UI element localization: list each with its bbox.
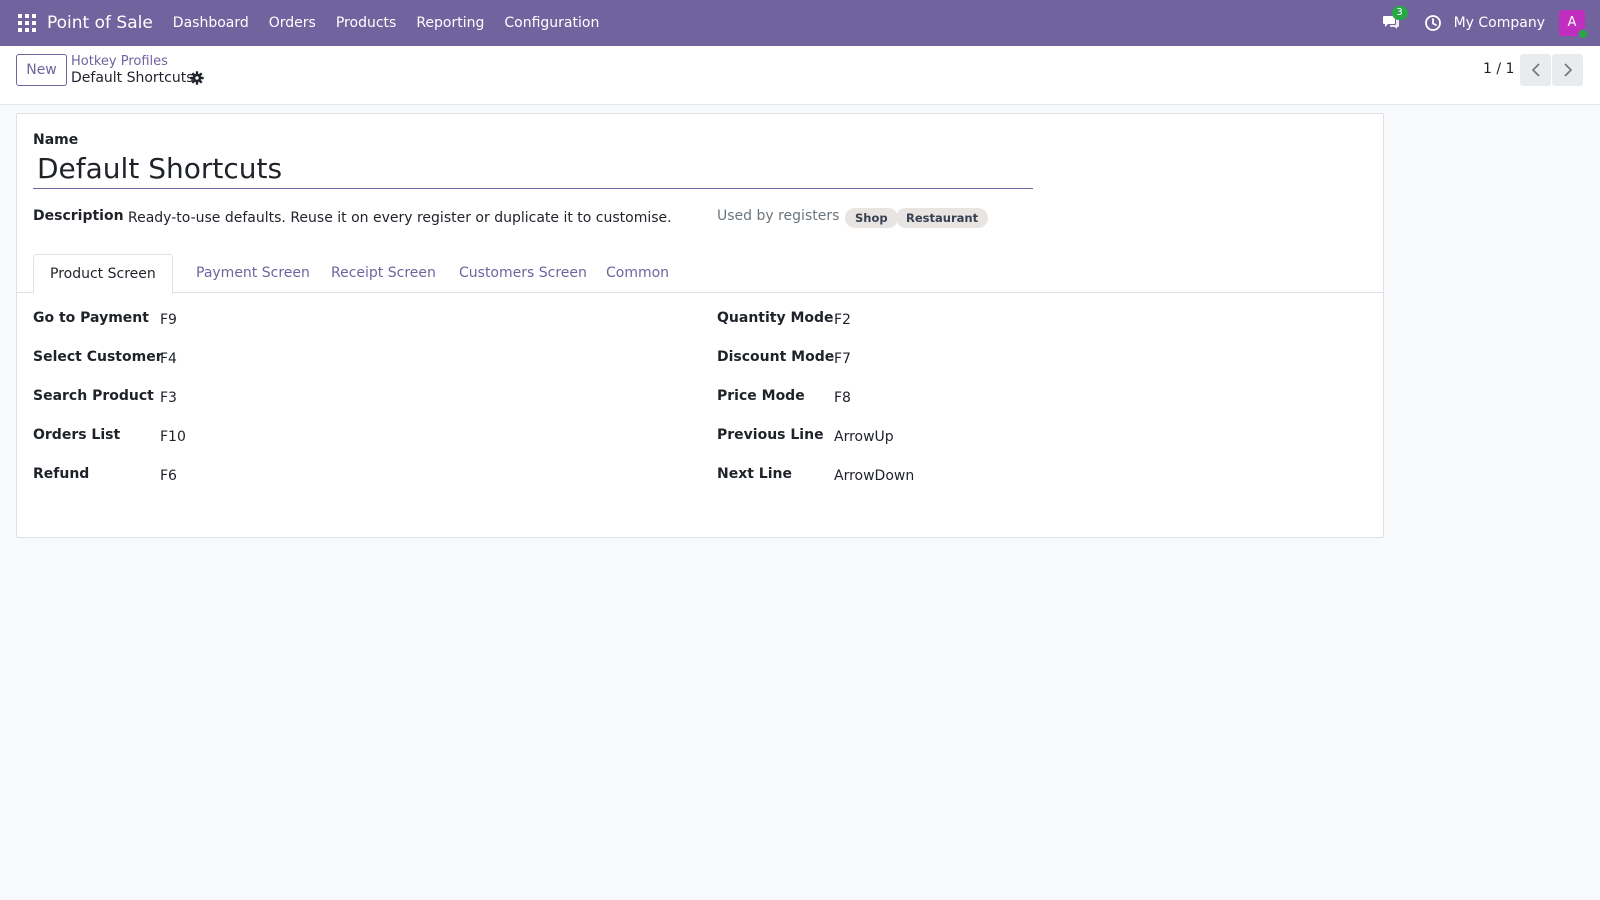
field-label-quantity-mode: Quantity Mode [717,310,834,326]
form-sheet: Name Description Ready-to-use defaults. … [16,113,1384,538]
chevron-left-icon [1531,63,1540,77]
name-field[interactable] [33,149,1033,189]
tab-product-screen[interactable]: Product Screen [33,254,173,294]
field-value-go-to-payment[interactable]: F9 [160,312,177,328]
field-value-quantity-mode[interactable]: F2 [834,312,851,328]
field-value-select-customer[interactable]: F4 [160,351,177,367]
field-label-select-customer: Select Customer [33,349,163,365]
register-tag-shop[interactable]: Shop [845,208,898,228]
field-label-orders-list: Orders List [33,427,121,443]
menu-orders[interactable]: Orders [269,15,316,31]
online-status-dot [1578,29,1588,39]
name-label: Name [33,132,79,148]
tab-common[interactable]: Common [590,254,685,293]
field-value-refund[interactable]: F6 [160,468,177,484]
tab-customers-screen[interactable]: Customers Screen [443,254,603,293]
field-label-search-product: Search Product [33,388,154,404]
field-label-previous-line: Previous Line [717,427,824,443]
pager-previous-button[interactable] [1520,54,1551,86]
chevron-right-icon [1563,63,1572,77]
description-label: Description [33,208,124,224]
avatar-initial: A [1567,15,1577,30]
field-value-search-product[interactable]: F3 [160,390,177,406]
field-label-next-line: Next Line [717,466,792,482]
field-value-price-mode[interactable]: F8 [834,390,851,406]
messaging-button[interactable]: 3 [1382,6,1408,33]
menu-reporting[interactable]: Reporting [416,15,484,31]
breadcrumb-hotkey-profiles[interactable]: Hotkey Profiles [71,54,168,69]
message-count-badge: 3 [1391,6,1408,20]
actions-gear-button[interactable] [190,71,204,85]
pager-next-button[interactable] [1552,54,1583,86]
tab-payment-screen[interactable]: Payment Screen [180,254,326,293]
breadcrumb-current-record: Default Shortcuts [71,70,194,86]
notebook-tabs: Product Screen Payment Screen Receipt Sc… [17,254,1383,294]
pager-value[interactable]: 1 / 1 [1483,61,1514,77]
field-label-go-to-payment: Go to Payment [33,310,149,326]
register-tag-restaurant[interactable]: Restaurant [896,208,989,228]
menu-dashboard[interactable]: Dashboard [173,15,249,31]
description-field[interactable]: Ready-to-use defaults. Reuse it on every… [128,210,672,226]
activity-button[interactable] [1424,14,1442,32]
gear-icon [190,71,204,85]
app-name-link[interactable]: Point of Sale [47,13,153,33]
registers-label: Used by registers [717,208,840,224]
field-value-previous-line[interactable]: ArrowUp [834,429,894,445]
field-value-next-line[interactable]: ArrowDown [834,468,914,484]
menu-configuration[interactable]: Configuration [504,15,599,31]
field-value-orders-list[interactable]: F10 [160,429,186,445]
field-label-discount-mode: Discount Mode [717,349,835,365]
navbar-systray: 3 My Company A [1382,0,1600,46]
user-avatar[interactable]: A [1559,10,1588,39]
field-label-refund: Refund [33,466,90,482]
top-navbar: Point of Sale Dashboard Orders Products … [0,0,1600,46]
menu-products[interactable]: Products [336,15,396,31]
apps-menu-icon[interactable] [17,13,37,33]
field-label-price-mode: Price Mode [717,388,805,404]
field-value-discount-mode[interactable]: F7 [834,351,851,367]
new-record-button[interactable]: New [16,54,67,86]
control-panel: New Hotkey Profiles Default Shortcuts 1 … [0,46,1600,105]
clock-icon [1424,15,1441,31]
company-switcher[interactable]: My Company [1454,15,1545,31]
tab-receipt-screen[interactable]: Receipt Screen [315,254,452,293]
